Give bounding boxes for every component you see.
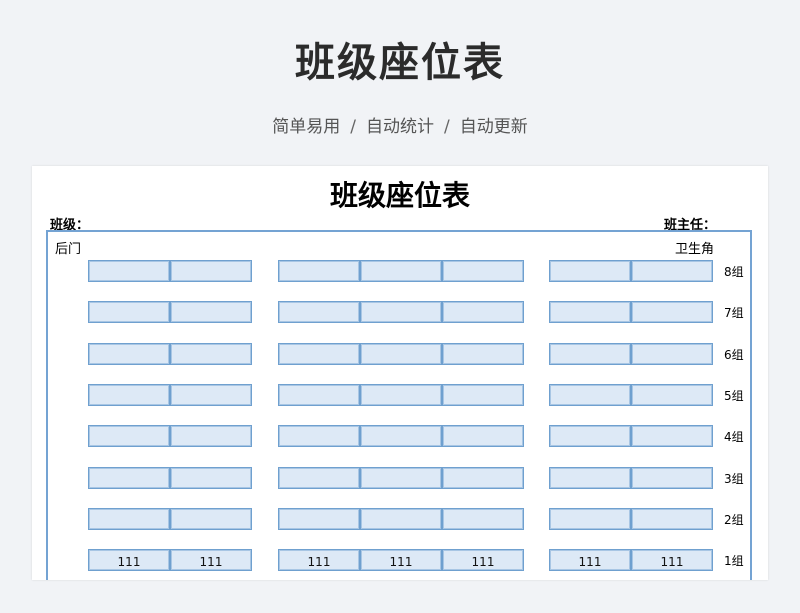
seat-cell[interactable] [170,508,252,530]
seat-cell[interactable] [360,467,442,489]
seat-cell[interactable] [278,301,360,323]
seat-cell[interactable] [278,260,360,282]
seat-cell[interactable] [278,467,360,489]
seat-cell[interactable] [631,467,713,489]
banner-title: 班级座位表 [295,40,505,86]
seat-cell[interactable] [88,467,170,489]
seat-cell[interactable] [360,343,442,365]
seat-cell[interactable]: 111 [442,549,524,571]
seat-cell[interactable] [442,343,524,365]
group-label: 7组 [724,306,744,320]
seat-cell[interactable]: 111 [170,549,252,571]
seat-cell[interactable] [549,301,631,323]
seat-cell[interactable] [442,301,524,323]
seat-cell[interactable] [549,343,631,365]
back-door-label: 后门 [55,242,82,257]
group-label: 4组 [724,430,744,444]
seat-row: 2组 [48,508,754,530]
seat-cell[interactable] [88,384,170,406]
seat-cell[interactable] [549,508,631,530]
group-label: 1组 [724,554,744,568]
subtitle-separator: / [350,117,356,137]
seat-cell[interactable] [278,425,360,447]
group-label: 6组 [724,348,744,362]
seat-cell[interactable] [631,343,713,365]
seat-cell[interactable] [631,425,713,447]
seat-cell[interactable] [360,301,442,323]
seat-cell[interactable] [88,260,170,282]
seat-cell[interactable] [549,384,631,406]
classroom-area: 后门 卫生角 8组 7组 6组 5组 4组 3组 2组 111 111 111 111 111 111 1… [46,230,752,580]
seat-cell[interactable] [88,425,170,447]
group-label: 5组 [724,389,744,403]
seat-cell[interactable] [88,508,170,530]
seat-cell[interactable] [631,301,713,323]
seat-cell[interactable] [278,384,360,406]
subtitle-part-stats: 自动统计 [366,117,434,137]
subtitle-part-update: 自动更新 [459,117,528,137]
sheet-title: 班级座位表 [329,179,470,212]
seat-cell[interactable]: 111 [549,549,631,571]
seat-cell[interactable] [170,384,252,406]
seat-cell[interactable] [88,343,170,365]
seat-cell[interactable] [170,425,252,447]
seat-cell[interactable] [170,301,252,323]
seat-cell[interactable] [360,260,442,282]
seat-cell[interactable]: 111 [631,549,713,571]
seat-cell[interactable] [549,260,631,282]
seat-cell[interactable] [278,508,360,530]
seat-cell[interactable] [442,260,524,282]
seat-row: 3组 [48,467,754,489]
seat-cell[interactable] [442,467,524,489]
seat-row: 6组 [48,343,754,365]
seat-cell[interactable] [631,260,713,282]
group-label: 8组 [724,265,744,279]
seat-cell[interactable] [442,425,524,447]
seat-cell[interactable] [442,508,524,530]
banner-subtitle: 简单易用 / 自动统计 / 自动更新 [0,112,800,137]
seat-cell[interactable] [170,343,252,365]
seating-sheet: 班级座位表 班级： 班主任： 后门 卫生角 8组 7组 6组 5组 4组 3组 2组 111 1… [32,166,768,580]
subtitle-separator: / [444,117,450,137]
seat-row: 8组 [48,260,754,282]
seat-cell[interactable] [549,467,631,489]
seat-cell[interactable] [170,467,252,489]
seat-row: 7组 [48,301,754,323]
seat-cell[interactable]: 111 [360,549,442,571]
group-label: 2组 [724,513,744,527]
seat-cell[interactable] [170,260,252,282]
seat-row: 5组 [48,384,754,406]
seat-cell[interactable] [631,508,713,530]
seat-cell[interactable] [360,425,442,447]
seat-cell[interactable] [360,384,442,406]
seat-cell[interactable] [549,425,631,447]
seat-cell[interactable] [631,384,713,406]
seat-row: 111 111 111 111 111 111 111 1组 [48,549,754,571]
seat-cell[interactable]: 111 [278,549,360,571]
hygiene-corner-label: 卫生角 [674,242,714,257]
seat-row: 4组 [48,425,754,447]
seat-cell[interactable]: 111 [88,549,170,571]
seat-cell[interactable] [360,508,442,530]
subtitle-part-easy: 简单易用 [272,117,341,137]
group-label: 3组 [724,472,744,486]
seat-cell[interactable] [88,301,170,323]
seat-cell[interactable] [278,343,360,365]
seat-cell[interactable] [442,384,524,406]
